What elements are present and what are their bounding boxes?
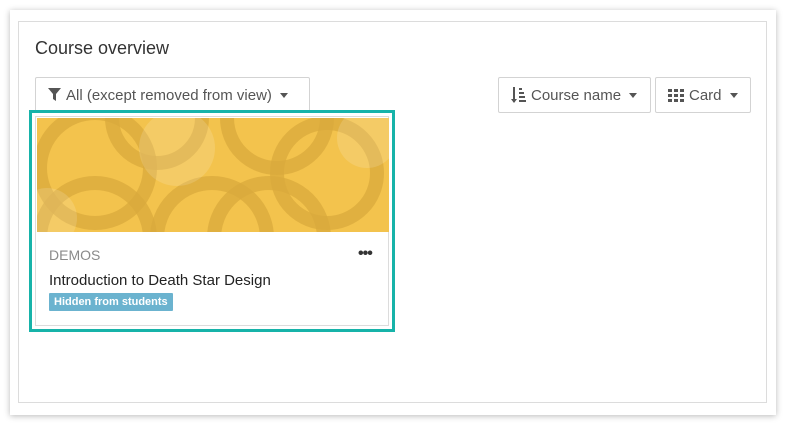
hidden-status-badge: Hidden from students: [49, 293, 173, 311]
course-name-link[interactable]: Introduction to Death Star Design: [49, 272, 271, 289]
grid-icon: [668, 88, 684, 102]
chevron-down-icon: [629, 92, 638, 98]
chevron-down-icon: [279, 92, 288, 98]
course-image[interactable]: [37, 118, 389, 232]
view-label: Card: [689, 86, 722, 104]
sort-dropdown-button[interactable]: Course name: [498, 77, 651, 113]
sort-alpha-icon: [511, 86, 526, 104]
more-options-icon[interactable]: •••: [358, 245, 373, 263]
chevron-down-icon: [729, 92, 738, 98]
course-card[interactable]: DEMOS ••• Introduction to Death Star Des…: [35, 116, 389, 326]
filter-icon: [48, 88, 61, 102]
filter-label: All (except removed from view): [66, 86, 272, 104]
sort-label: Course name: [531, 86, 622, 104]
course-category: DEMOS: [49, 247, 101, 263]
view-dropdown-button[interactable]: Card: [655, 77, 751, 113]
block-title: Course overview: [35, 38, 170, 58]
filter-dropdown-button[interactable]: All (except removed from view): [35, 77, 310, 113]
